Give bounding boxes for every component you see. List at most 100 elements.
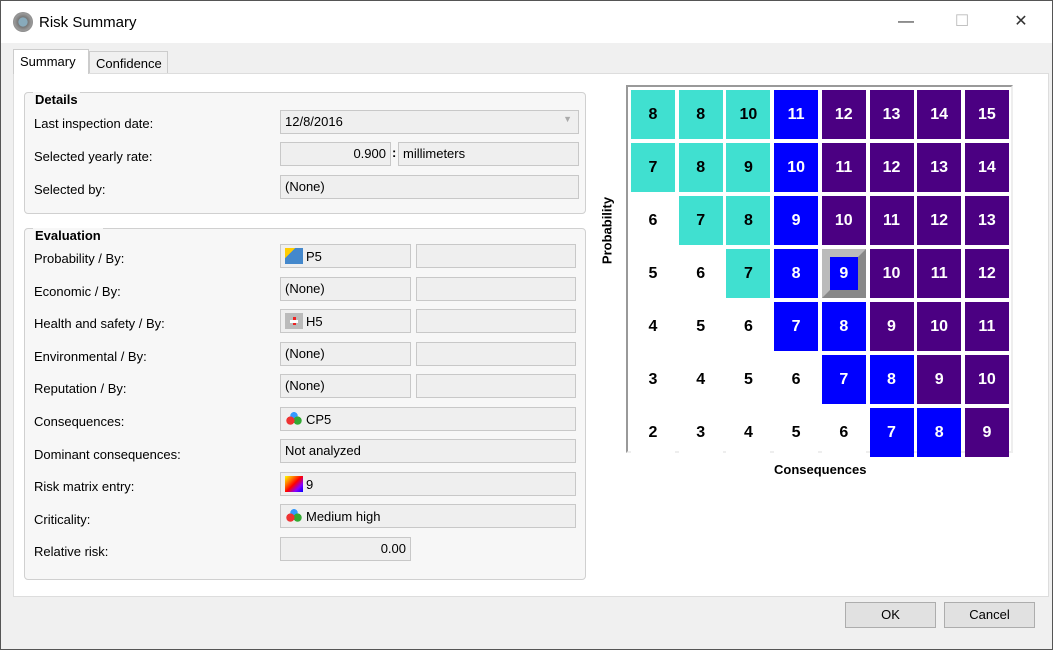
probability-icon — [285, 248, 303, 264]
matrix-cell[interactable]: 6 — [821, 408, 866, 457]
matrix-cell[interactable]: 14 — [917, 90, 962, 139]
matrix-cell[interactable]: 12 — [821, 90, 866, 139]
matrix-cell[interactable]: 13 — [869, 90, 914, 139]
matrix-cell[interactable]: 8 — [726, 196, 771, 245]
cancel-button[interactable]: Cancel — [944, 602, 1035, 628]
matrix-cell[interactable]: 11 — [821, 143, 866, 192]
matrix-cell[interactable]: 4 — [678, 355, 723, 404]
matrix-cell[interactable]: 4 — [631, 302, 675, 351]
eval-row-by[interactable] — [416, 341, 576, 366]
matrix-cell[interactable]: 5 — [774, 408, 819, 457]
evaluation-title: Evaluation — [33, 228, 103, 243]
criticality-field[interactable]: Medium high — [280, 504, 576, 528]
matrix-cell[interactable]: 3 — [678, 408, 723, 457]
matrix-cell[interactable]: 7 — [869, 408, 914, 457]
eval-value-text: (None) — [285, 378, 325, 394]
matrix-cell[interactable]: 11 — [774, 90, 819, 139]
eval-row-value[interactable]: (None) — [280, 276, 411, 301]
eval-value-text: (None) — [285, 345, 325, 361]
matrix-cell[interactable]: 8 — [821, 302, 866, 351]
matrix-cell[interactable]: 10 — [774, 143, 819, 192]
dominant-field[interactable]: Not analyzed — [280, 439, 576, 463]
matrix-cell[interactable]: 7 — [678, 196, 723, 245]
matrix-cell[interactable]: 6 — [631, 196, 675, 245]
maximize-button[interactable]: ☐ — [947, 9, 977, 35]
eval-row-value[interactable]: P5 — [280, 244, 411, 268]
matrix-cell[interactable]: 12 — [869, 143, 914, 192]
consequences-icon — [285, 411, 303, 427]
matrix-cell[interactable]: 10 — [964, 355, 1009, 404]
consequences-field[interactable]: CP5 — [280, 407, 576, 431]
matrix-cell[interactable]: 5 — [726, 355, 771, 404]
eval-row-value[interactable]: (None) — [280, 374, 411, 399]
matrix-cell[interactable]: 7 — [726, 249, 771, 298]
eval-value-text: H5 — [306, 314, 323, 330]
window-title: Risk Summary — [39, 14, 137, 31]
matrix-cell[interactable]: 8 — [678, 143, 723, 192]
relative-risk-label: Relative risk: — [34, 544, 109, 559]
matrix-cell[interactable]: 8 — [869, 355, 914, 404]
matrix-cell[interactable]: 8 — [917, 408, 962, 457]
selected-by-field[interactable]: (None) — [280, 175, 579, 199]
matrix-cell[interactable]: 11 — [869, 196, 914, 245]
matrix-cell[interactable]: 8 — [678, 90, 723, 139]
matrix-cell[interactable]: 9 — [869, 302, 914, 351]
relative-risk-field[interactable]: 0.00 — [280, 537, 411, 561]
last-inspection-dropdown[interactable]: 12/8/2016 ▼ — [280, 110, 579, 134]
matrix-cell[interactable]: 7 — [631, 143, 675, 192]
matrix-cell[interactable]: 6 — [726, 302, 771, 351]
eval-row-by[interactable] — [416, 244, 576, 268]
yearly-rate-input[interactable]: 0.900 — [280, 142, 391, 166]
tab-summary[interactable]: Summary — [13, 49, 89, 74]
separator: : — [392, 145, 397, 160]
matrix-cell[interactable]: 10 — [821, 196, 866, 245]
matrix-cell[interactable]: 10 — [917, 302, 962, 351]
matrix-cell[interactable]: 15 — [964, 90, 1009, 139]
matrix-cell[interactable]: 6 — [678, 249, 723, 298]
matrix-cell[interactable]: 12 — [964, 249, 1009, 298]
matrix-cell[interactable]: 2 — [631, 408, 675, 457]
matrix-cell[interactable]: 9 — [821, 249, 866, 298]
matrix-cell[interactable]: 10 — [726, 90, 771, 139]
last-inspection-label: Last inspection date: — [34, 116, 154, 131]
matrix-cell[interactable]: 9 — [964, 408, 1009, 457]
eval-row-by[interactable] — [416, 309, 576, 334]
matrix-cell[interactable]: 7 — [774, 302, 819, 351]
matrix-cell[interactable]: 13 — [917, 143, 962, 192]
matrix-cell[interactable]: 10 — [869, 249, 914, 298]
close-button[interactable]: ✕ — [1006, 9, 1036, 35]
eval-row-by[interactable] — [416, 276, 576, 301]
eval-row-by[interactable] — [416, 374, 576, 399]
chevron-down-icon: ▼ — [563, 114, 572, 124]
matrix-cell[interactable]: 3 — [631, 355, 675, 404]
matrix-cell[interactable]: 14 — [964, 143, 1009, 192]
matrix-cell[interactable]: 8 — [774, 249, 819, 298]
matrix-entry-label: Risk matrix entry: — [34, 479, 135, 494]
matrix-cell[interactable]: 11 — [917, 249, 962, 298]
yearly-rate-unit[interactable]: millimeters — [398, 142, 579, 166]
ok-button[interactable]: OK — [845, 602, 936, 628]
eval-row-value[interactable]: H5 — [280, 309, 411, 334]
eval-value-text: P5 — [306, 249, 322, 264]
minimize-button[interactable]: — — [891, 9, 921, 35]
matrix-cell[interactable]: 5 — [631, 249, 675, 298]
matrix-cell[interactable]: 8 — [631, 90, 675, 139]
matrix-entry-field[interactable]: 9 — [280, 472, 576, 496]
matrix-cell[interactable]: 9 — [726, 143, 771, 192]
risk-matrix-icon — [285, 476, 303, 492]
matrix-cell[interactable]: 7 — [821, 355, 866, 404]
eval-row-label: Health and safety / By: — [34, 316, 165, 332]
matrix-cell[interactable]: 9 — [774, 196, 819, 245]
matrix-cell[interactable]: 12 — [917, 196, 962, 245]
matrix-cell[interactable]: 9 — [917, 355, 962, 404]
matrix-cell[interactable]: 6 — [774, 355, 819, 404]
eval-value-text: (None) — [285, 280, 325, 296]
matrix-cell[interactable]: 13 — [964, 196, 1009, 245]
dominant-label: Dominant consequences: — [34, 447, 181, 462]
matrix-cell[interactable]: 5 — [678, 302, 723, 351]
criticality-value: Medium high — [306, 509, 381, 524]
tab-confidence[interactable]: Confidence — [89, 51, 168, 74]
eval-row-value[interactable]: (None) — [280, 341, 411, 366]
matrix-cell[interactable]: 4 — [726, 408, 771, 457]
matrix-cell[interactable]: 11 — [964, 302, 1009, 351]
